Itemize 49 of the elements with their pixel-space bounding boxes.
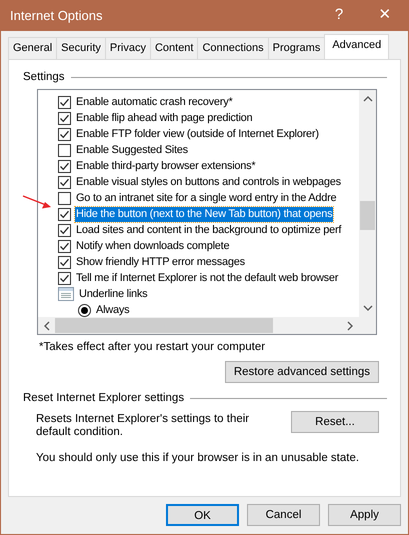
setting-label[interactable]: Go to an intranet site for a single word entry in the Addre	[75, 190, 338, 206]
setting-label[interactable]: Enable third-party browser extensions*	[75, 158, 256, 174]
setting-label[interactable]: Enable flip ahead with page prediction	[75, 110, 254, 126]
checkbox[interactable]	[58, 256, 71, 269]
help-button[interactable]: ?	[316, 0, 362, 31]
horizontal-scrollbar[interactable]	[38, 317, 376, 334]
checkbox[interactable]	[58, 272, 71, 285]
reset-button[interactable]: Reset...	[291, 410, 379, 433]
footnote-text: *Takes effect after you restart your computer	[39, 340, 266, 356]
group-label: Reset Internet Explorer settings	[23, 390, 184, 406]
annotation-arrow	[22, 195, 52, 211]
dialog-button[interactable]: Apply	[328, 504, 401, 526]
scroll-thumb[interactable]	[360, 201, 375, 230]
scroll-thumb[interactable]	[55, 318, 273, 334]
group-label: Settings	[23, 70, 65, 85]
setting-label[interactable]: Enable automatic crash recovery*	[75, 94, 234, 110]
checkbox[interactable]	[58, 176, 71, 189]
setting-label[interactable]: Tell me if Internet Explorer is not the default web browser	[75, 270, 340, 286]
checkbox[interactable]	[58, 224, 71, 237]
checkbox[interactable]	[58, 192, 71, 205]
restore-button[interactable]: Restore advanced settings	[224, 360, 379, 382]
description-text: Resets Internet Explorer's settings to their default condition.	[36, 412, 250, 439]
dialog-button[interactable]: Cancel	[247, 504, 320, 526]
list-icon	[58, 287, 74, 302]
settings-list[interactable]	[37, 89, 377, 336]
setting-label[interactable]: Underline links	[78, 286, 148, 302]
dialog-button[interactable]: OK	[166, 504, 239, 526]
setting-label[interactable]: Load sites and content in the background to optimize perf	[75, 222, 342, 238]
close-button[interactable]: ✕	[362, 0, 408, 31]
setting-label[interactable]: Notify when downloads complete	[75, 238, 230, 254]
setting-label[interactable]: Show friendly HTTP error messages	[75, 254, 246, 270]
checkbox[interactable]	[58, 144, 71, 157]
window-title: Internet Options	[9, 6, 104, 25]
tab[interactable]: Advanced	[324, 34, 390, 59]
setting-label[interactable]: Always	[95, 302, 130, 318]
setting-label[interactable]: Enable Suggested Sites	[75, 142, 189, 158]
checkbox[interactable]	[58, 208, 71, 221]
checkbox[interactable]	[58, 112, 71, 125]
vertical-scrollbar[interactable]	[359, 90, 376, 318]
setting-label[interactable]: Hide the button (next to the New Tab button) that opens	[75, 206, 334, 222]
radio-button[interactable]	[78, 304, 91, 317]
setting-label[interactable]: Enable visual styles on buttons and controls in webpages	[75, 174, 342, 190]
tab[interactable]: General	[8, 37, 58, 59]
checkbox[interactable]	[58, 240, 71, 253]
warning-text: You should only use this if your browser is in an unusable state.	[36, 450, 360, 466]
checkbox[interactable]	[58, 160, 71, 173]
setting-label[interactable]: Enable FTP folder view (outside of Internet Explorer)	[75, 126, 320, 142]
checkbox[interactable]	[58, 96, 71, 109]
checkbox[interactable]	[58, 128, 71, 141]
